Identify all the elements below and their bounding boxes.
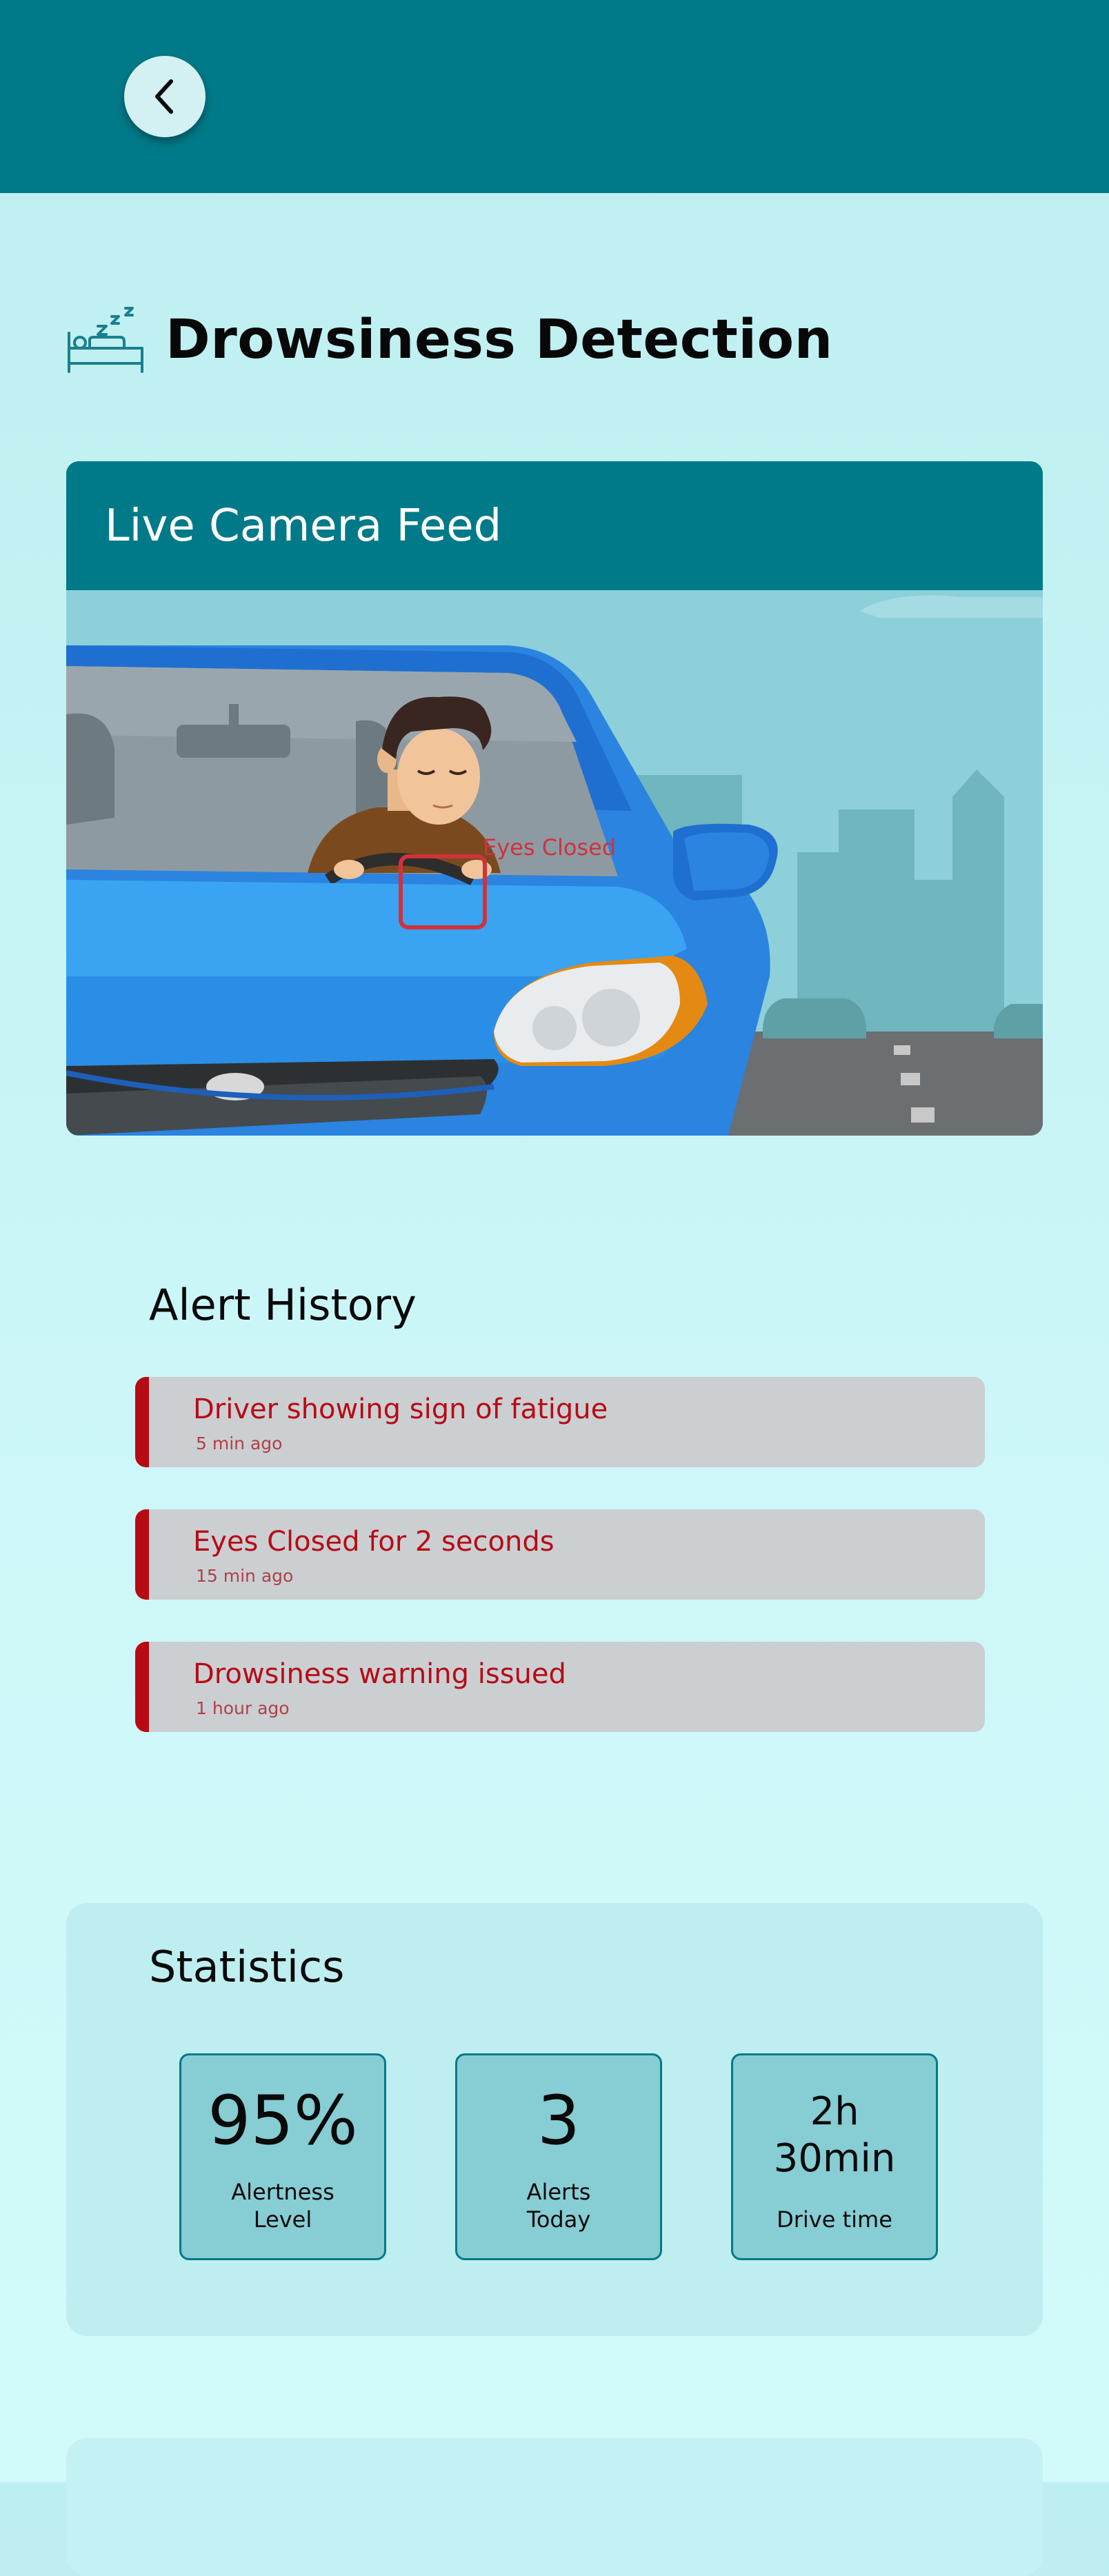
stat-label: Alertness Level (231, 2179, 334, 2233)
stat-value: 95% (208, 2082, 358, 2160)
alert-item[interactable]: Driver showing sign of fatigue 5 min ago (135, 1377, 985, 1467)
driver-scene-illustration (66, 590, 1043, 1136)
camera-feed-header: Live Camera Feed (66, 461, 1043, 590)
page-title-row: Drowsiness Detection (66, 288, 833, 392)
stat-label: Drive time (777, 2206, 892, 2233)
chevron-left-icon (155, 79, 173, 114)
alert-history-title: Alert History (149, 1280, 417, 1330)
back-button[interactable] (124, 56, 206, 137)
alert-time: 1 hour ago (196, 1698, 290, 1718)
face-detection-box (399, 854, 487, 929)
alert-severity-bar (135, 1642, 149, 1732)
stat-value: 3 (537, 2082, 581, 2160)
stat-value: 2h 30min (773, 2089, 896, 2181)
alert-severity-bar (135, 1377, 149, 1467)
alert-text: Eyes Closed for 2 seconds (193, 1526, 554, 1558)
sleeping-bed-icon (68, 307, 143, 373)
camera-feed-image: Eyes Closed (66, 590, 1043, 1136)
alert-severity-bar (135, 1509, 149, 1600)
camera-feed-title: Live Camera Feed (105, 500, 502, 552)
stat-label: Alerts Today (526, 2179, 591, 2233)
statistics-title: Statistics (149, 1942, 345, 1992)
page-title: Drowsiness Detection (166, 309, 833, 371)
alert-text: Drowsiness warning issued (193, 1658, 566, 1690)
app-header (0, 0, 1109, 193)
alert-item[interactable]: Drowsiness warning issued 1 hour ago (135, 1642, 985, 1732)
statistics-card: Statistics 95% Alertness Level 3 Alerts … (66, 1903, 1043, 2336)
alert-text: Driver showing sign of fatigue (193, 1393, 608, 1425)
alert-item[interactable]: Eyes Closed for 2 seconds 15 min ago (135, 1509, 985, 1600)
stat-alertness: 95% Alertness Level (179, 2053, 386, 2260)
alert-time: 15 min ago (196, 1566, 294, 1586)
detection-label: Eyes Closed (483, 834, 617, 861)
alert-time: 5 min ago (196, 1433, 283, 1453)
next-section-card (66, 2438, 1043, 2576)
stat-alerts-today: 3 Alerts Today (455, 2053, 662, 2260)
camera-feed-card: Live Camera Feed Eyes Closed (66, 461, 1043, 1136)
stat-drive-time: 2h 30min Drive time (731, 2053, 938, 2260)
